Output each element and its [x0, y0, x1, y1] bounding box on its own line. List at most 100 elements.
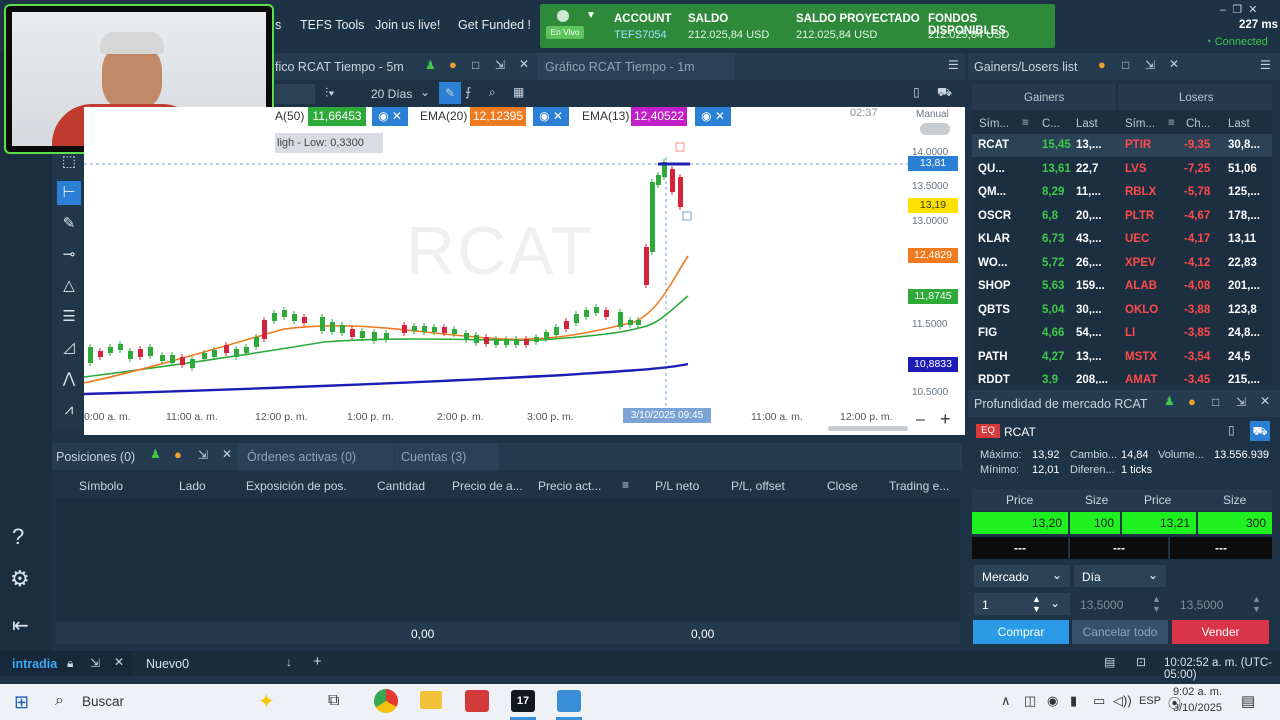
sell-button[interactable]: Vender [1172, 620, 1269, 644]
volume-icon[interactable]: ◁)) [1113, 693, 1132, 709]
triangle-icon[interactable]: △ [57, 274, 81, 298]
ask-size[interactable]: 300 [1198, 512, 1272, 534]
col-symbol[interactable]: Símbolo [79, 479, 123, 493]
maximize-icon[interactable]: □ [1212, 395, 1219, 409]
tab-chart-1m[interactable]: Gráfico RCAT Tiempo - 1m [545, 60, 695, 74]
depth-symbol[interactable]: RCAT [1004, 425, 1036, 439]
gl-row[interactable]: RDDT 3,9 208,... AMAT -3,45 215,... [972, 369, 1272, 384]
price-scale[interactable]: Manual 14.0000 13,81 13.5000 13,19 13.00… [908, 107, 965, 407]
gl-row[interactable]: QM... 8,29 11,... RBLX -5,78 125,... [972, 181, 1272, 204]
time-scrollbar[interactable] [828, 426, 908, 431]
add-tab-icon[interactable]: + [313, 653, 322, 670]
col-current-price[interactable]: Precio act... [538, 479, 601, 493]
tray-icon[interactable]: ◫ [1024, 693, 1036, 709]
symbol-selector[interactable] [275, 84, 315, 104]
battery-icon[interactable]: ▭ [1093, 693, 1105, 709]
tab-accounts[interactable]: Cuentas (3) [401, 450, 466, 464]
windows-start-icon[interactable]: ⊞ [14, 692, 29, 713]
buy-button[interactable]: Comprar [973, 620, 1069, 644]
candles-icon[interactable]: ⫶▾ [325, 85, 335, 101]
col-last-losers[interactable]: Last [1228, 118, 1250, 130]
gl-row[interactable]: PATH 4,27 13,... MSTX -3,54 24,5 [972, 346, 1272, 369]
folder-icon[interactable] [420, 691, 442, 709]
logout-icon[interactable]: ⇤ [12, 613, 29, 638]
color-dot-icon[interactable]: ● [174, 447, 182, 462]
col-change[interactable]: C... [1042, 118, 1060, 130]
sort-icon[interactable]: ≡ [622, 478, 629, 492]
camera-icon[interactable]: ◉ [1047, 693, 1058, 709]
notifications-icon[interactable]: ▤ [1241, 692, 1255, 710]
layout-icon[interactable]: ▦ [513, 85, 524, 99]
gl-row[interactable]: KLAR 6,73 43,... UEC -4,17 13,11 [972, 228, 1272, 251]
stop-price-input[interactable]: 13,5000 ▲ ▼ [1174, 593, 1270, 615]
gl-row[interactable]: WO... 5,72 26,... XPEV -4,12 22,83 [972, 252, 1272, 275]
maximize-icon[interactable]: ❐ [1232, 4, 1242, 16]
workspace-tab-intradia[interactable]: intradia [12, 657, 57, 671]
minimize-icon[interactable]: – [1220, 4, 1226, 16]
col-quantity[interactable]: Cantidad [377, 479, 425, 493]
help-icon[interactable]: ? [12, 524, 24, 550]
col-side[interactable]: Lado [179, 479, 206, 493]
col-symbol-losers[interactable]: Sím... [1125, 118, 1155, 130]
nav-join-live[interactable]: Join us live! [375, 18, 440, 32]
close-icon[interactable]: ✕ [1169, 57, 1179, 71]
col-exposure[interactable]: Exposición de pos. [246, 479, 347, 493]
bid-price[interactable]: 13,20 [972, 512, 1068, 534]
limit-price-input[interactable]: 13,5000 ▲ ▼ [1074, 593, 1166, 615]
link-icon[interactable]: ♟ [150, 447, 161, 461]
order-type-select[interactable]: Mercado ⌄ [974, 565, 1070, 587]
workspace-tab-nuevo[interactable]: Nuevo0 [146, 657, 189, 671]
fibonacci-icon[interactable]: ☰ [57, 305, 81, 329]
ask-price[interactable]: 13,21 [1122, 512, 1196, 534]
settings-icon[interactable]: ⚙ [10, 566, 30, 592]
zoom-out-icon[interactable]: – [916, 411, 925, 429]
time-axis[interactable]: 0:00 a. m. 11:00 a. m. 12:00 p. m. 1:00 … [84, 407, 965, 435]
chrome-icon[interactable] [374, 689, 398, 713]
pin-icon[interactable]: ⇲ [198, 448, 208, 462]
col-avg-price[interactable]: Precio de a... [452, 479, 523, 493]
recorder-icon[interactable] [465, 690, 489, 712]
cart-icon[interactable]: ⛟ [1250, 421, 1270, 441]
nav-partial[interactable]: s [275, 18, 281, 32]
close-icon[interactable]: ✕ [114, 655, 124, 669]
stepper-icon[interactable]: ▲ ▼ [1252, 594, 1261, 614]
task-view-icon[interactable]: ⧉ [328, 692, 339, 710]
maximize-icon[interactable]: □ [472, 58, 479, 72]
pencil-lock-icon[interactable]: ✎ [57, 212, 81, 236]
search-icon[interactable]: ⌕ [489, 85, 496, 100]
microphone-icon[interactable]: ▮ [1070, 693, 1077, 709]
trading-app-icon[interactable] [557, 690, 581, 712]
zoom-in-icon[interactable]: + [940, 409, 951, 430]
col-symbol[interactable]: Sím... [979, 118, 1009, 130]
bookmark-icon[interactable]: ▯ [913, 85, 920, 99]
taskbar-time[interactable]: 9:02 a. m. [1173, 686, 1222, 698]
cancel-all-button[interactable]: Cancelar todo [1072, 620, 1168, 644]
horizontal-line-icon[interactable]: ⊸ [57, 243, 81, 267]
color-dot-icon[interactable]: ● [449, 57, 457, 72]
lock-icon[interactable]: 🔒︎ [67, 656, 73, 671]
ema13-eye-icon[interactable]: ◉ ✕ [695, 107, 731, 126]
col-trading-exchange[interactable]: Trading e... [889, 479, 949, 493]
cart-icon[interactable]: ⛟ [937, 85, 952, 101]
chart-area[interactable]: RCAT 02:37 [84, 107, 908, 407]
tab-active-orders[interactable]: Órdenes activas (0) [247, 450, 356, 464]
wave-icon[interactable]: ⩘ [57, 398, 81, 422]
stepper-icon[interactable]: ▲ ▼ [1152, 594, 1161, 614]
stepper-icon[interactable]: ▲ ▼ [1032, 594, 1041, 614]
link-icon[interactable]: ♟ [425, 58, 436, 72]
period-selector[interactable]: 20 Días [371, 87, 412, 101]
gl-row[interactable]: OSCR 6,8 20,... PLTR -4,67 178,... [972, 205, 1272, 228]
manual-toggle[interactable] [920, 123, 950, 135]
chevron-down-icon[interactable]: ⌄ [1050, 596, 1060, 610]
gl-row[interactable]: RCAT 15,45 13,... PTIR -9,35 30,8... [972, 134, 1272, 157]
account-summary[interactable]: ▼ En Vivo ACCOUNT TEFS7054 SALDO 212.025… [540, 4, 1055, 48]
measure-icon[interactable]: ◿ [57, 336, 81, 360]
sort-icon[interactable]: ≡ [1168, 117, 1175, 129]
link-icon[interactable]: ♟ [1164, 394, 1175, 408]
indicators-icon[interactable]: ⨍ [465, 85, 471, 99]
quantity-stepper[interactable]: 1 ▲ ▼ ⌄ [974, 593, 1070, 615]
ema20-eye-icon[interactable]: ◉ ✕ [533, 107, 569, 126]
menu-icon[interactable]: ☰ [948, 58, 959, 72]
col-change-losers[interactable]: Ch... [1186, 118, 1210, 130]
color-dot-icon[interactable]: ● [1188, 394, 1196, 409]
